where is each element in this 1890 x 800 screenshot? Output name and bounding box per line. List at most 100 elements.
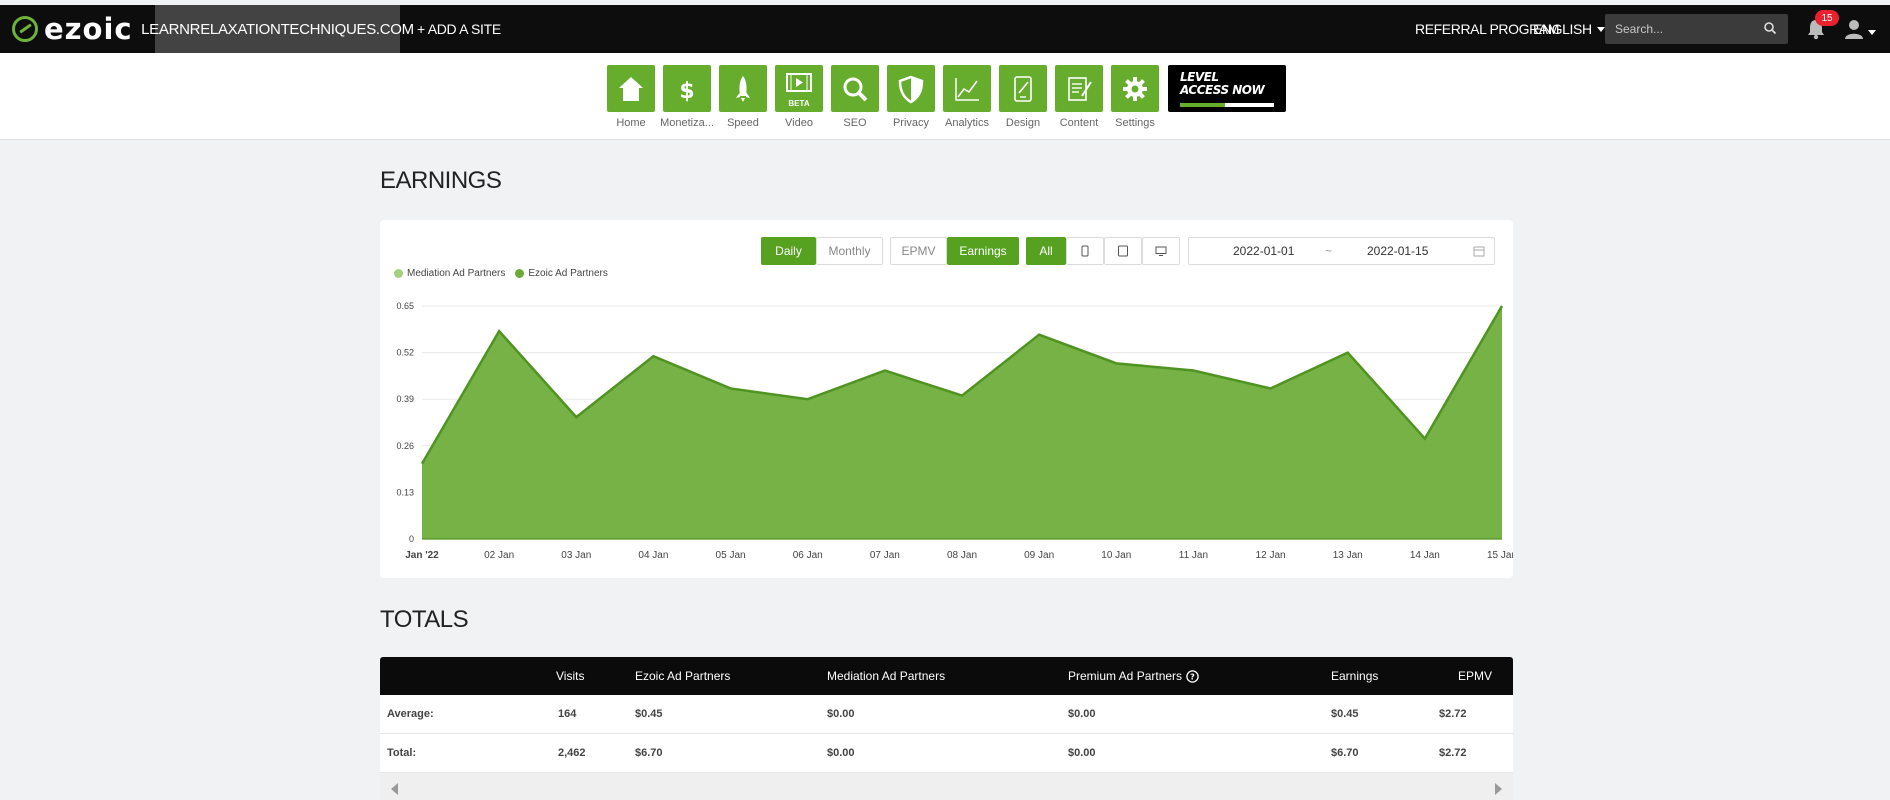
help-icon[interactable]: ? <box>1186 669 1199 683</box>
chevron-down-icon <box>1596 26 1605 32</box>
x-tick-label: 06 Jan <box>793 550 823 561</box>
earnings-title: EARNINGS <box>380 167 502 194</box>
series-area <box>422 306 1502 539</box>
nav-label: Video <box>785 117 813 129</box>
ezoic-logo[interactable]: ezoic <box>12 5 133 53</box>
add-site-link[interactable]: + ADD A SITE <box>417 5 501 53</box>
nav-label: Settings <box>1115 117 1155 129</box>
cell-ezoic: $6.70 <box>635 747 663 759</box>
document-edit-icon <box>1068 76 1092 101</box>
row-label: Average: <box>387 708 434 720</box>
nav-speed-box <box>719 65 767 112</box>
level-access-button[interactable]: LEVEL ACCESS NOW <box>1168 65 1286 112</box>
nav-label: Analytics <box>944 117 990 129</box>
y-tick-label: 0.26 <box>396 441 414 451</box>
nav-speed[interactable]: Speed <box>715 65 771 129</box>
nav-label: Content <box>1059 117 1099 129</box>
horizontal-scrollbar[interactable] <box>380 773 1513 800</box>
cell-premium: $0.00 <box>1068 708 1096 720</box>
y-tick-label: 0 <box>409 534 414 544</box>
cell-visits: 164 <box>558 708 577 720</box>
x-tick-label: 11 Jan <box>1179 550 1208 561</box>
nav-label: Home <box>616 117 646 129</box>
nav-label: Speed <box>727 117 759 129</box>
rocket-icon <box>736 75 750 102</box>
svg-text:$: $ <box>679 79 694 104</box>
scroll-left-arrow-icon[interactable] <box>391 783 398 795</box>
header-earnings: Earnings <box>1331 669 1379 683</box>
x-tick-label: 05 Jan <box>716 550 746 561</box>
header-premium-ad-partners: Premium Ad Partners ? <box>1068 657 1199 695</box>
nav-label: Monetiza... <box>660 117 714 129</box>
x-tick-label: 09 Jan <box>1024 550 1054 561</box>
x-tick-label: 07 Jan <box>870 550 900 561</box>
cell-visits: 2,462 <box>558 747 586 759</box>
earnings-chart-card: Daily Monthly EPMV Earnings All 2022-01-… <box>380 220 1513 578</box>
x-tick-label: 12 Jan <box>1256 550 1286 561</box>
magnifier-icon <box>843 77 868 101</box>
top-navbar: ezoic LEARNRELAXATIONTECHNIQUES.COM + AD… <box>0 5 1890 53</box>
nav-settings[interactable]: Settings <box>1107 65 1163 129</box>
design-icon <box>1014 75 1032 102</box>
shield-icon <box>898 75 924 103</box>
y-tick-label: 0.65 <box>396 301 414 311</box>
language-dropdown[interactable]: ENGLISH <box>1533 5 1605 53</box>
gear-icon <box>1123 76 1147 101</box>
nav-home[interactable]: Home <box>603 65 659 129</box>
nav-seo[interactable]: SEO <box>827 65 883 129</box>
cell-mediation: $0.00 <box>827 708 855 720</box>
search-icon[interactable] <box>1763 21 1777 35</box>
site-selector[interactable]: LEARNRELAXATIONTECHNIQUES.COM <box>141 5 414 53</box>
nav-content-box <box>1055 65 1103 112</box>
header-mediation-ad-partners: Mediation Ad Partners <box>827 669 946 683</box>
beta-badge: BETA <box>788 99 810 108</box>
x-tick-label: 03 Jan <box>561 550 591 561</box>
table-row: Total: 2,462 $6.70 $0.00 $0.00 $6.70 $2.… <box>380 734 1513 773</box>
level-line2: ACCESS NOW <box>1180 83 1265 97</box>
nav-analytics[interactable]: Analytics <box>939 65 995 129</box>
scroll-right-arrow-icon[interactable] <box>1495 783 1502 795</box>
cell-ezoic: $0.45 <box>635 708 663 720</box>
nav-privacy[interactable]: Privacy <box>883 65 939 129</box>
cell-earnings: $6.70 <box>1331 747 1359 759</box>
totals-table: Visits Ezoic Ad Partners Mediation Ad Pa… <box>380 657 1513 800</box>
video-icon <box>786 72 812 92</box>
dollar-icon: $ <box>679 79 694 104</box>
svg-text:?: ? <box>1190 672 1195 681</box>
nav-monetization[interactable]: $ Monetiza... <box>659 65 715 129</box>
header-epmv: EPMV <box>1458 669 1493 683</box>
nav-design[interactable]: Design <box>995 65 1051 129</box>
nav-label: SEO <box>843 117 867 129</box>
line-chart-icon <box>955 77 979 101</box>
x-tick-label: 10 Jan <box>1101 550 1131 561</box>
header-visits: Visits <box>556 669 585 683</box>
app-icon-bar: Home $ Monetiza... Speed BETA Video SEO … <box>0 53 1890 140</box>
logo-text: ezoic <box>44 12 133 46</box>
nav-design-box <box>999 65 1047 112</box>
cell-epmv: $2.72 <box>1439 708 1467 720</box>
nav-video-box: BETA <box>775 65 823 112</box>
notification-badge: 15 <box>1815 10 1839 26</box>
chevron-down-icon[interactable] <box>1868 30 1876 35</box>
nav-label: Privacy <box>892 117 930 129</box>
table-row: Average: 164 $0.45 $0.00 $0.00 $0.45 $2.… <box>380 695 1513 734</box>
level-access-text: LEVEL ACCESS NOW <box>1180 71 1265 97</box>
user-avatar-icon[interactable] <box>1844 19 1864 39</box>
language-label: ENGLISH <box>1533 21 1592 37</box>
nav-settings-box <box>1111 65 1159 112</box>
row-label: Total: <box>387 747 417 759</box>
nav-content[interactable]: Content <box>1051 65 1107 129</box>
x-tick-label: 04 Jan <box>638 550 668 561</box>
nav-monetization-box: $ <box>663 65 711 112</box>
y-tick-label: 0.52 <box>396 348 414 358</box>
home-icon <box>619 76 643 101</box>
cell-premium: $0.00 <box>1068 747 1096 759</box>
cell-earnings: $0.45 <box>1331 708 1359 720</box>
search-input[interactable] <box>1605 14 1788 44</box>
cell-epmv: $2.72 <box>1439 747 1467 759</box>
x-tick-label: Jan '22 <box>405 550 439 561</box>
totals-title: TOTALS <box>380 606 469 633</box>
nav-analytics-box <box>943 65 991 112</box>
nav-video[interactable]: BETA Video <box>771 65 827 129</box>
y-tick-label: 0.39 <box>396 394 414 404</box>
